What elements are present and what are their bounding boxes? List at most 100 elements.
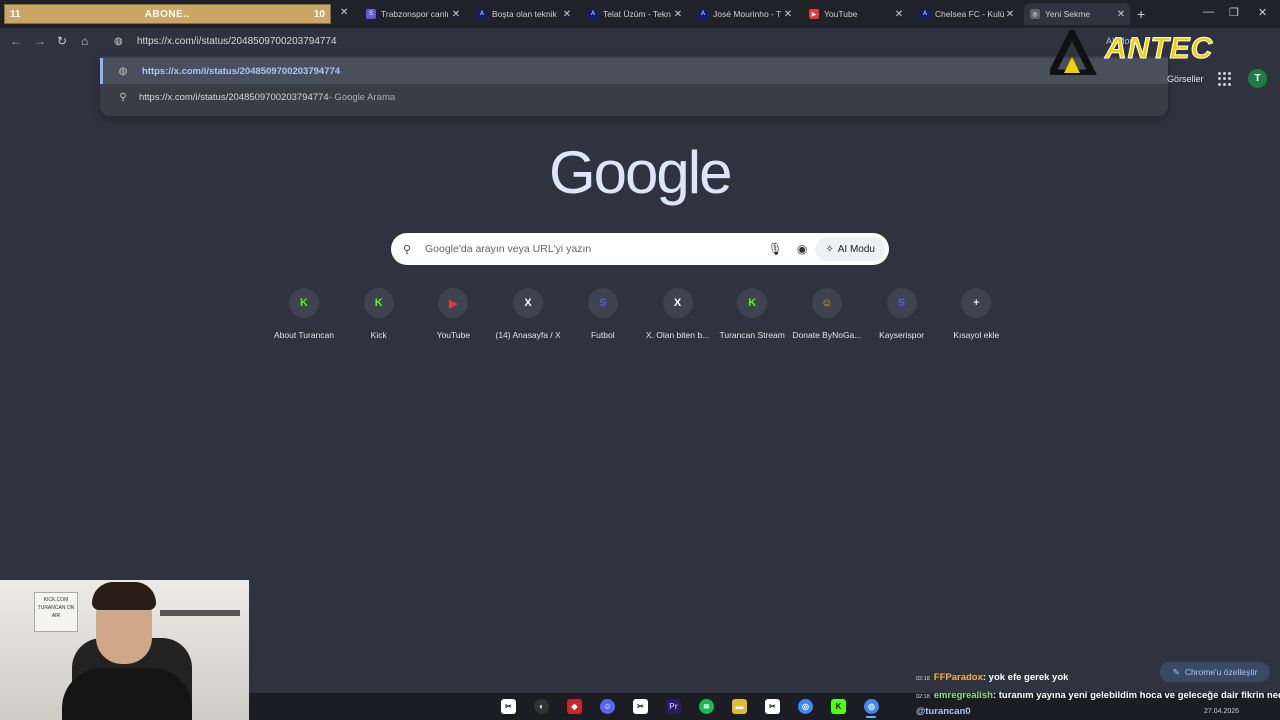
shortcut-label: About Turancan [273,330,334,340]
tab-youtube[interactable]: ▶ YouTube ✕ [803,3,908,25]
tab-favicon-icon: A [588,9,598,19]
tab-label: Trabzonspor canlı [381,9,449,19]
chat-message: @turancan0 [916,706,971,717]
subscriber-count-left: 11 [10,8,21,20]
spotify-icon[interactable]: ≋ [699,699,714,714]
restore-icon[interactable]: ❐ [1229,6,1239,19]
tab-trabzonspor[interactable]: S Trabzonspor canlı ✕ [360,3,465,25]
webcam-person-body [62,668,192,720]
chat-time: 02:18 [916,694,930,700]
webcam-shelf [160,610,240,616]
tab-close-icon[interactable]: ✕ [672,9,684,20]
search-icon: ⚲ [403,243,412,256]
chrome-icon-2[interactable]: ◎ [864,699,879,714]
shortcut-icon-circle: K [289,288,319,318]
shortcut-tile[interactable]: S Kayserispor [864,288,940,340]
chrome-icon[interactable]: ◎ [798,699,813,714]
obs-icon[interactable]: ◐ [534,699,549,714]
tab-chelsea[interactable]: A Chelsea FC - Kulü ✕ [914,3,1019,25]
game-icon[interactable]: ◆ [567,699,582,714]
microphone-icon[interactable]: 🎙 [768,242,783,256]
capcut-icon-3[interactable]: ✂ [765,699,780,714]
apps-grid-icon[interactable] [1218,72,1232,86]
tab-label: YouTube [824,9,858,19]
tab-label: Telat Üzüm - Tekn [603,9,671,19]
webcam-sign: KICK.COM TURANCAN ON AIR [34,592,78,632]
back-arrow-icon[interactable]: ← [10,34,22,48]
tab-yeni-sekme[interactable]: ◎ Yeni Sekme ✕ [1024,3,1130,25]
omnibox-suggestions: ◍ https://x.com/i/status/204850970020379… [100,56,1168,116]
shortcut-tile[interactable]: K About Turancan [266,288,342,340]
tab-close-icon[interactable]: ✕ [561,9,573,20]
reload-icon[interactable]: ↻ [57,34,67,48]
shortcut-tile[interactable]: X (14) Anasayfa / X [490,288,566,340]
shortcut-icon-circle: X [662,288,693,318]
shortcut-tile[interactable]: ☺ Donate ByNoGa... [789,288,865,340]
tab-telat-uzum[interactable]: A Telat Üzüm - Tekn ✕ [582,3,687,25]
forward-arrow-icon[interactable]: → [34,34,46,48]
shortcut-tile[interactable]: K Turancan Stream [714,288,790,340]
suggestion-text: https://x.com/i/status/20485097002037947… [139,91,329,103]
google-logo: Google [549,139,732,206]
shortcut-icon-circle: K [363,288,394,318]
google-lens-icon[interactable]: ◉ [797,242,807,256]
ai-mode-button[interactable]: ✧ AI Modu [815,237,885,261]
shortcut-tile[interactable]: + Kısayol ekle [938,288,1014,340]
suggestion-suffix: - Google Arama [328,91,396,103]
shortcut-tile[interactable]: ▶ YouTube [415,288,491,340]
shortcut-tiles: K About Turancan K Kick ▶ YouTube X (14) Anasay… [266,288,1016,348]
minimize-icon[interactable]: — [1203,6,1214,18]
premiere-icon[interactable]: Pr [666,699,681,714]
tab-close-icon[interactable]: ✕ [1115,9,1127,20]
tab-favicon-icon: ▶ [809,9,819,19]
chat-user: FFParadox [933,672,983,683]
suggestion-search[interactable]: ⚲ https://x.com/i/status/204850970020379… [100,84,1168,110]
tab-close-icon[interactable]: ✕ [1004,9,1016,20]
suggestion-url[interactable]: ◍ https://x.com/i/status/204850970020379… [100,58,1168,84]
tab-bosta-olan[interactable]: A Boşta olan teknik ✕ [471,3,576,25]
tab-close-icon[interactable]: ✕ [893,9,905,20]
shortcut-favicon-icon: K [374,297,383,309]
tab-jose-mourinho[interactable]: A José Mourinho - T ✕ [692,3,797,25]
ai-mode-label: AI Modu [837,243,875,255]
kick-icon[interactable]: K [831,699,846,714]
shortcut-favicon-icon: K [300,297,308,309]
shortcut-favicon-icon: S [897,297,906,309]
images-link[interactable]: Görseller [1167,74,1204,84]
sparkle-search-icon: ✧ [825,243,834,255]
shortcut-tile[interactable]: S Futbol [565,288,641,340]
google-search-box[interactable]: ⚲ 🎙 ◉ ✧ AI Modu [391,233,889,265]
search-input[interactable] [425,243,768,255]
shortcut-favicon-icon: ☺ [821,297,833,309]
shortcut-label: YouTube [436,330,471,340]
tab-close-icon[interactable]: ✕ [782,9,794,20]
tab-favicon-icon: A [477,9,487,19]
shortcut-icon-circle: ▶ [438,288,469,318]
capcut-icon-2[interactable]: ✂ [633,699,648,714]
shortcut-tile[interactable]: X X. Olan biten b... [640,288,716,340]
tab-label: Chelsea FC - Kulü [935,9,1004,19]
tab-strip: 11 ABONE.. 10 ✕ S Trabzonspor canlı ✕ A … [0,0,1280,28]
avatar[interactable]: T [1248,69,1267,88]
folder-icon[interactable]: ▬ [732,699,747,714]
clock-date: 27.04.2026 [1204,708,1240,715]
capcut-icon[interactable]: ✂ [501,699,516,714]
chat-user: @turancan0 [916,706,971,717]
home-icon[interactable]: ⌂ [81,34,88,48]
tab-close-icon[interactable]: ✕ [450,9,462,20]
omnibox-input[interactable]: https://x.com/i/status/20485097002037947… [137,36,337,47]
chat-text: : yok efe gerek yok [982,672,1069,683]
shortcut-icon-circle: ☺ [811,288,842,318]
shortcut-label: Turancan Stream [719,330,785,340]
window-close-icon[interactable]: ✕ [1258,6,1267,19]
shortcut-tile[interactable]: K Kick [341,288,417,340]
discord-icon[interactable]: ☺ [600,699,615,714]
shortcut-favicon-icon: X [524,297,532,309]
shortcut-favicon-icon: + [973,297,980,309]
tab-close-icon[interactable]: ✕ [340,7,348,18]
shortcut-favicon-icon: S [599,297,607,309]
new-tab-plus-icon[interactable]: + [1137,6,1145,22]
shortcut-favicon-icon: ▶ [449,297,458,310]
chat-user: emregrealish [933,690,993,701]
tab-favicon-icon: S [366,9,376,19]
